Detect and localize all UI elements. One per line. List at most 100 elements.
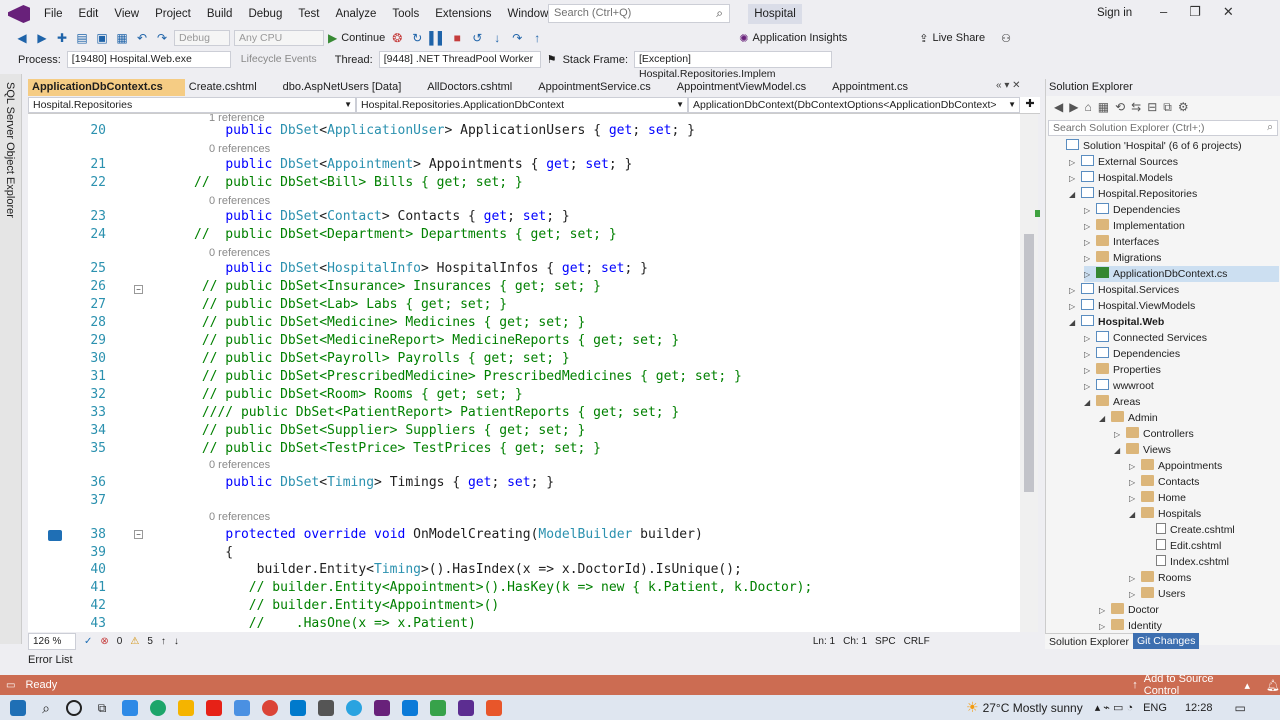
restart-icon[interactable]: ↺ — [469, 31, 485, 45]
expand-icon[interactable]: ▷ — [1084, 219, 1096, 235]
code-line[interactable]: // builder.Entity<Appointment>() — [194, 598, 499, 613]
menu-extensions[interactable]: Extensions — [427, 0, 499, 28]
tree-item[interactable]: ▷ Connected Services — [1084, 330, 1279, 346]
expand-icon[interactable]: ▷ — [1129, 491, 1141, 507]
codelens-references[interactable]: 0 references — [209, 511, 270, 523]
stackframe-select[interactable]: [Exception] Hospital.Repositories.Implem — [634, 51, 832, 80]
undo-icon[interactable]: ↶ — [134, 31, 150, 45]
expand-icon[interactable]: ▷ — [1084, 251, 1096, 267]
menu-tools[interactable]: Tools — [384, 0, 427, 28]
file-explorer-icon[interactable] — [178, 699, 194, 716]
tree-item[interactable]: Index.cshtml — [1144, 554, 1279, 570]
code-line[interactable]: // builder.Entity<Appointment>().HasKey(… — [194, 580, 813, 595]
tree-item[interactable]: ▷ Identity — [1099, 618, 1279, 634]
error-list-tab[interactable]: Error List — [28, 654, 73, 666]
expand-icon[interactable]: ▷ — [1069, 171, 1081, 187]
continue-button[interactable]: Continue — [341, 32, 385, 44]
tab-appointmentservice-cs[interactable]: AppointmentService.cs — [534, 79, 673, 96]
youtube-icon[interactable] — [206, 699, 222, 716]
step-into-icon[interactable]: ↓ — [489, 31, 505, 45]
code-line[interactable]: // public DbSet<Bill> Bills { get; set; … — [194, 175, 523, 190]
back-icon[interactable]: ◀ — [1054, 100, 1063, 114]
menu-file[interactable]: File — [36, 0, 71, 28]
tab-solution-explorer[interactable]: Solution Explorer — [1045, 633, 1133, 649]
code-line[interactable]: // public DbSet<Medicine> Medicines { ge… — [194, 315, 586, 330]
menu-debug[interactable]: Debug — [240, 0, 290, 28]
tree-item[interactable]: ◢ Areas — [1084, 394, 1279, 410]
tree-item[interactable]: ◢ Hospitals — [1129, 506, 1279, 522]
code-line[interactable]: //// public DbSet<PatientReport> Patient… — [194, 405, 679, 420]
tab-create-cshtml[interactable]: Create.cshtml — [185, 79, 279, 96]
terminal-icon[interactable] — [458, 699, 474, 716]
back-icon[interactable]: ◀ — [14, 31, 30, 45]
open-file-icon[interactable]: ▤ — [74, 31, 90, 45]
tree-item[interactable]: ▷ Hospital.Models — [1069, 170, 1279, 186]
sign-in-link[interactable]: Sign in — [1097, 7, 1132, 19]
expand-icon[interactable]: ▷ — [1129, 459, 1141, 475]
config-select[interactable]: Debug — [174, 30, 230, 46]
code-line[interactable]: // public DbSet<Lab> Labs { get; set; } — [194, 297, 507, 312]
clock[interactable]: 12:28 — [1185, 702, 1213, 714]
menu-test[interactable]: Test — [290, 0, 327, 28]
codelens-references[interactable]: 0 references — [209, 247, 270, 259]
tree-item[interactable]: ▷ Users — [1129, 586, 1279, 602]
tab-appointmentviewmodel-cs[interactable]: AppointmentViewModel.cs — [673, 79, 828, 96]
codelens-references[interactable]: 0 references — [209, 143, 270, 155]
forward-icon[interactable]: ▶ — [1069, 100, 1078, 114]
expand-icon[interactable]: ▷ — [1129, 571, 1141, 587]
github-desktop-icon[interactable] — [318, 699, 334, 716]
add-source-control-button[interactable]: Add to Source Control — [1144, 673, 1239, 697]
tree-item[interactable]: ◢ Admin — [1099, 410, 1279, 426]
minimize-icon[interactable]: – — [1160, 4, 1167, 20]
collapse-icon[interactable]: ◢ — [1099, 411, 1111, 427]
expand-icon[interactable]: ▷ — [1084, 235, 1096, 251]
show-all-files-icon[interactable]: ⧉ — [1163, 100, 1172, 115]
code-line[interactable]: // public DbSet<Insurance> Insurances { … — [194, 279, 601, 294]
project-dropdown[interactable]: Hospital.Repositories ▼ — [28, 97, 356, 113]
tree-item[interactable]: ▷ wwwroot — [1084, 378, 1279, 394]
tree-item[interactable]: ◢ Views — [1114, 442, 1279, 458]
sql-server-object-explorer-tab[interactable]: SQL Server Object Explorer — [0, 74, 22, 644]
tree-item[interactable]: ▷ Dependencies — [1084, 202, 1279, 218]
expand-icon[interactable]: ▷ — [1069, 299, 1081, 315]
search-input[interactable]: Search (Ctrl+Q) ⌕ — [548, 4, 730, 23]
code-line[interactable]: // public DbSet<Supplier> Suppliers { ge… — [194, 423, 586, 438]
pending-changes-icon[interactable]: ⟲ — [1115, 100, 1125, 114]
app-icon[interactable] — [430, 699, 446, 716]
codelens-references[interactable]: 0 references — [209, 459, 270, 471]
code-editor[interactable]: 1 reference 20 public DbSet<ApplicationUs… — [28, 114, 1020, 632]
app-icon[interactable] — [486, 699, 502, 716]
code-line[interactable]: public DbSet<ApplicationUser> Applicatio… — [194, 123, 695, 138]
tray-icons[interactable]: ▴ ⌁ ▭ ◔ — [1095, 701, 1133, 714]
new-project-icon[interactable]: ✚ — [54, 31, 70, 45]
flag-icon[interactable]: ⚑ — [547, 53, 557, 66]
platform-select[interactable]: Any CPU — [234, 30, 324, 46]
type-dropdown[interactable]: Hospital.Repositories.ApplicationDbConte… — [356, 97, 688, 113]
code-line[interactable]: // public DbSet<Room> Rooms { get; set; … — [194, 387, 523, 402]
tree-item[interactable]: ▷ Properties — [1084, 362, 1279, 378]
visual-studio-icon[interactable] — [374, 699, 390, 716]
save-all-icon[interactable]: ▦ — [114, 31, 130, 45]
tab-overflow-icon[interactable]: « ▾ ✕ — [996, 80, 1021, 91]
tab-git-changes[interactable]: Git Changes — [1132, 633, 1200, 649]
break-all-icon[interactable]: ▌▌ — [429, 31, 446, 45]
code-line[interactable]: // public DbSet<PrescribedMedicine> Pres… — [194, 369, 742, 384]
code-line[interactable]: // public DbSet<Payroll> Payrolls { get;… — [194, 351, 570, 366]
forward-icon[interactable]: ▶ — [34, 31, 50, 45]
continue-icon[interactable]: ▶ — [328, 31, 337, 45]
tree-item[interactable]: ▷ Implementation — [1084, 218, 1279, 234]
output-icon[interactable]: ▭ — [6, 680, 15, 691]
notifications-icon[interactable]: 🔔︎ — [1266, 679, 1280, 692]
member-dropdown[interactable]: ApplicationDbContext(DbContextOptions<Ap… — [688, 97, 1020, 113]
edge-icon[interactable] — [150, 699, 166, 716]
expand-icon[interactable]: ▷ — [1084, 347, 1096, 363]
hot-reload-icon[interactable]: ❂ — [389, 31, 405, 45]
tree-item[interactable]: Solution 'Hospital' (6 of 6 projects) — [1054, 138, 1279, 154]
tree-item[interactable]: ▷ Hospital.ViewModels — [1069, 298, 1279, 314]
notifications-icon[interactable]: ▭ — [1234, 701, 1245, 715]
code-line[interactable]: public DbSet<Appointment> Appointments {… — [194, 157, 632, 172]
chrome-icon[interactable] — [262, 699, 278, 716]
lifecycle-events-button[interactable]: Lifecycle Events — [237, 52, 329, 68]
live-share-button[interactable]: Live Share — [933, 32, 986, 44]
code-line[interactable]: { — [194, 545, 233, 560]
